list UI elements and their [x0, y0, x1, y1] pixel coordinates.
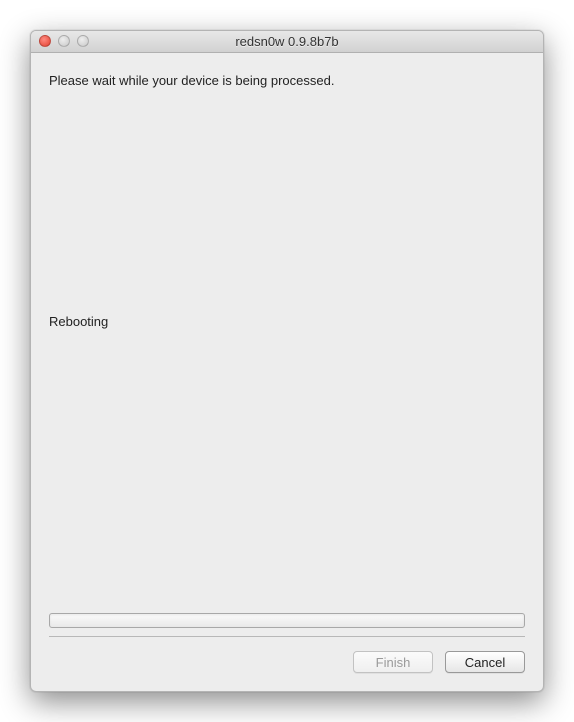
window-title: redsn0w 0.9.8b7b [235, 34, 338, 49]
cancel-button[interactable]: Cancel [445, 651, 525, 673]
content-area: Please wait while your device is being p… [31, 53, 543, 651]
status-text: Rebooting [49, 314, 525, 329]
finish-button: Finish [353, 651, 433, 673]
app-window: redsn0w 0.9.8b7b Please wait while your … [30, 30, 544, 692]
zoom-icon [77, 35, 89, 47]
minimize-icon [58, 35, 70, 47]
close-icon[interactable] [39, 35, 51, 47]
instruction-text: Please wait while your device is being p… [49, 73, 525, 88]
traffic-lights [39, 35, 89, 47]
button-row: Finish Cancel [31, 651, 543, 691]
progress-bar [49, 613, 525, 628]
divider [49, 636, 525, 637]
titlebar: redsn0w 0.9.8b7b [31, 31, 543, 53]
